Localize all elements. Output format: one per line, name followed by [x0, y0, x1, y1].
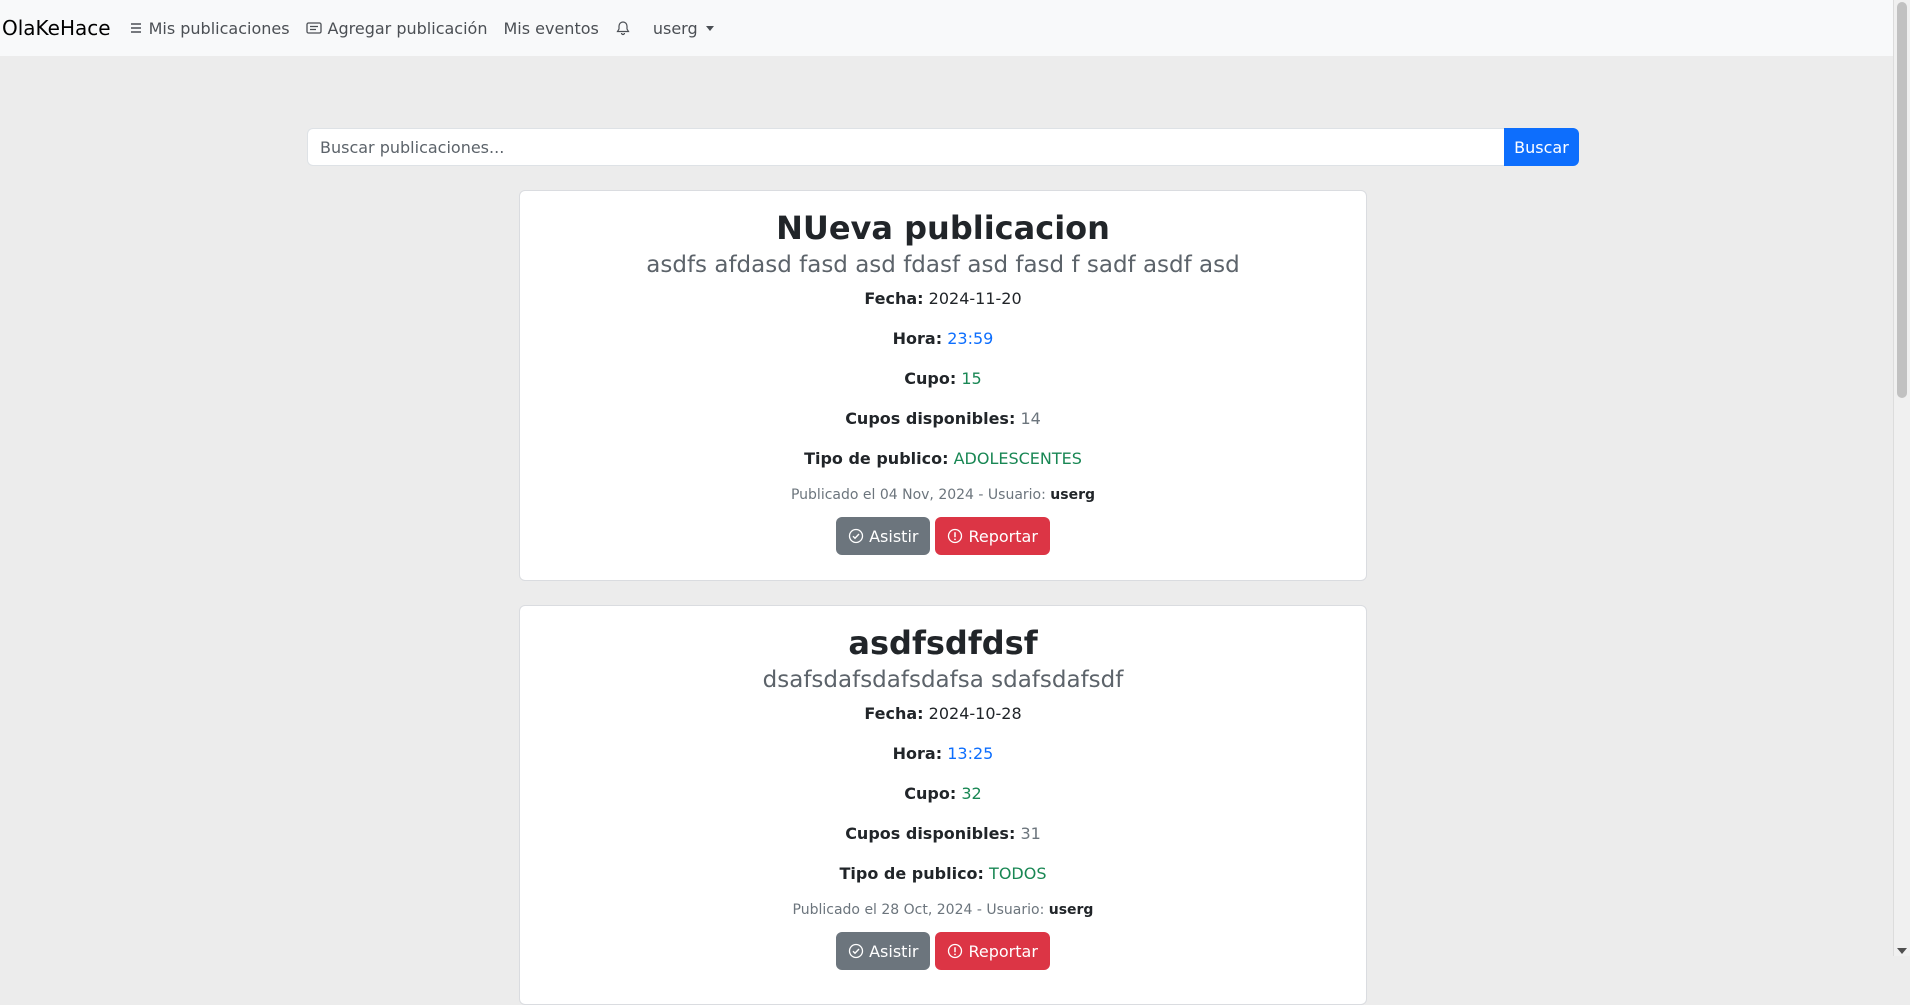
nav-mis-eventos-label: Mis eventos — [503, 18, 599, 38]
tipo-publico-label: Tipo de publico: — [839, 864, 984, 883]
cupos-disponibles-value: 14 — [1020, 409, 1041, 428]
card-actions: Asistir Reportar — [520, 932, 1366, 970]
hora-value: 23:59 — [947, 329, 994, 348]
cupos-disponibles-label: Cupos disponibles: — [845, 409, 1016, 428]
nav-mis-eventos[interactable]: Mis eventos — [503, 19, 598, 38]
reportar-button[interactable]: Reportar — [935, 517, 1050, 555]
nav-agregar-publicacion[interactable]: Agregar publicación — [305, 18, 488, 38]
hora-label: Hora: — [892, 329, 943, 348]
cupos-disponibles-field: Cupos disponibles: 14 — [520, 407, 1366, 431]
usuario-label: Usuario: — [987, 487, 1046, 503]
scroll-down-arrow-icon[interactable] — [1897, 948, 1907, 954]
nav-mis-publicaciones-label: Mis publicaciones — [148, 18, 290, 38]
fecha-field: Fecha: 2024-10-28 — [520, 702, 1366, 726]
hora-field: Hora: 13:25 — [520, 742, 1366, 766]
scrollbar-thumb[interactable] — [1897, 2, 1907, 398]
search-input[interactable] — [307, 128, 1504, 166]
tipo-publico-field: Tipo de publico: ADOLESCENTES — [520, 447, 1366, 471]
user-dropdown-label: userg — [652, 18, 698, 38]
cupo-label: Cupo: — [904, 369, 957, 388]
navbar: OlaKeHace Mis publicaciones Agregar publ… — [0, 0, 1894, 56]
publicacion-title: asdfsdfdsf — [848, 624, 1038, 662]
publicacion-card: asdfsdfdsf dsafsdafsdafsdafsa sdafsdafsd… — [519, 605, 1367, 1005]
publicacion-subtitle: dsafsdafsdafsdafsa sdafsdafsdf — [762, 667, 1124, 693]
nav-mis-publicaciones[interactable]: Mis publicaciones — [129, 19, 290, 38]
user-dropdown[interactable]: userg — [653, 19, 714, 38]
cupo-field: Cupo: 32 — [520, 782, 1366, 806]
check-circle-icon — [848, 528, 864, 544]
usuario-value: userg — [1048, 902, 1094, 918]
fecha-label: Fecha: — [864, 704, 924, 723]
exclamation-circle-icon — [947, 943, 963, 959]
usuario-label: Usuario: — [986, 902, 1045, 918]
tipo-publico-value: ADOLESCENTES — [953, 449, 1082, 468]
publicacion-title: NUeva publicacion — [776, 209, 1110, 247]
nav-agregar-publicacion-label: Agregar publicación — [327, 18, 488, 38]
hora-value: 13:25 — [947, 744, 994, 763]
exclamation-circle-icon — [947, 528, 963, 544]
cupos-disponibles-field: Cupos disponibles: 31 — [520, 822, 1366, 846]
reportar-label: Reportar — [968, 941, 1038, 961]
fecha-field: Fecha: 2024-11-20 — [520, 287, 1366, 311]
bell-icon — [615, 20, 631, 36]
cupos-disponibles-value: 31 — [1020, 824, 1041, 843]
cupo-value: 15 — [961, 369, 982, 388]
publicacion-subtitle: asdfs afdasd fasd asd fdasf asd fasd f s… — [646, 252, 1240, 278]
notifications-bell[interactable] — [615, 20, 637, 36]
search-button[interactable]: Buscar — [1504, 128, 1579, 166]
cupo-label: Cupo: — [904, 784, 957, 803]
card-actions: Asistir Reportar — [520, 517, 1366, 555]
asistir-label: Asistir — [869, 526, 919, 546]
publicado-meta: Publicado el 28 Oct, 2024 - Usuario: use… — [520, 902, 1366, 918]
publicado-date: Publicado el 28 Oct, 2024 - — [792, 902, 987, 918]
hora-label: Hora: — [892, 744, 943, 763]
cupo-value: 32 — [961, 784, 982, 803]
tipo-publico-value: TODOS — [989, 864, 1047, 883]
cupo-field: Cupo: 15 — [520, 367, 1366, 391]
fecha-value: 2024-11-20 — [928, 289, 1022, 308]
publicacion-card: NUeva publicacion asdfs afdasd fasd asd … — [519, 190, 1367, 581]
reportar-label: Reportar — [968, 526, 1038, 546]
tipo-publico-label: Tipo de publico: — [804, 449, 949, 468]
page-scrollbar[interactable] — [1893, 0, 1910, 956]
search-form: Buscar — [307, 128, 1579, 166]
fecha-value: 2024-10-28 — [928, 704, 1022, 723]
asistir-button[interactable]: Asistir — [836, 932, 931, 970]
publicado-meta: Publicado el 04 Nov, 2024 - Usuario: use… — [520, 487, 1366, 503]
tipo-publico-field: Tipo de publico: TODOS — [520, 862, 1366, 886]
brand-link[interactable]: OlaKeHace — [2, 16, 111, 40]
cupos-disponibles-label: Cupos disponibles: — [845, 824, 1016, 843]
list-icon — [129, 21, 143, 35]
publicado-date: Publicado el 04 Nov, 2024 - — [790, 487, 988, 503]
check-circle-icon — [848, 943, 864, 959]
hora-field: Hora: 23:59 — [520, 327, 1366, 351]
usuario-value: userg — [1050, 487, 1096, 503]
asistir-label: Asistir — [869, 941, 919, 961]
reportar-button[interactable]: Reportar — [935, 932, 1050, 970]
asistir-button[interactable]: Asistir — [836, 517, 931, 555]
fecha-label: Fecha: — [864, 289, 924, 308]
card-text-icon — [305, 21, 322, 35]
chevron-down-icon — [705, 25, 714, 31]
